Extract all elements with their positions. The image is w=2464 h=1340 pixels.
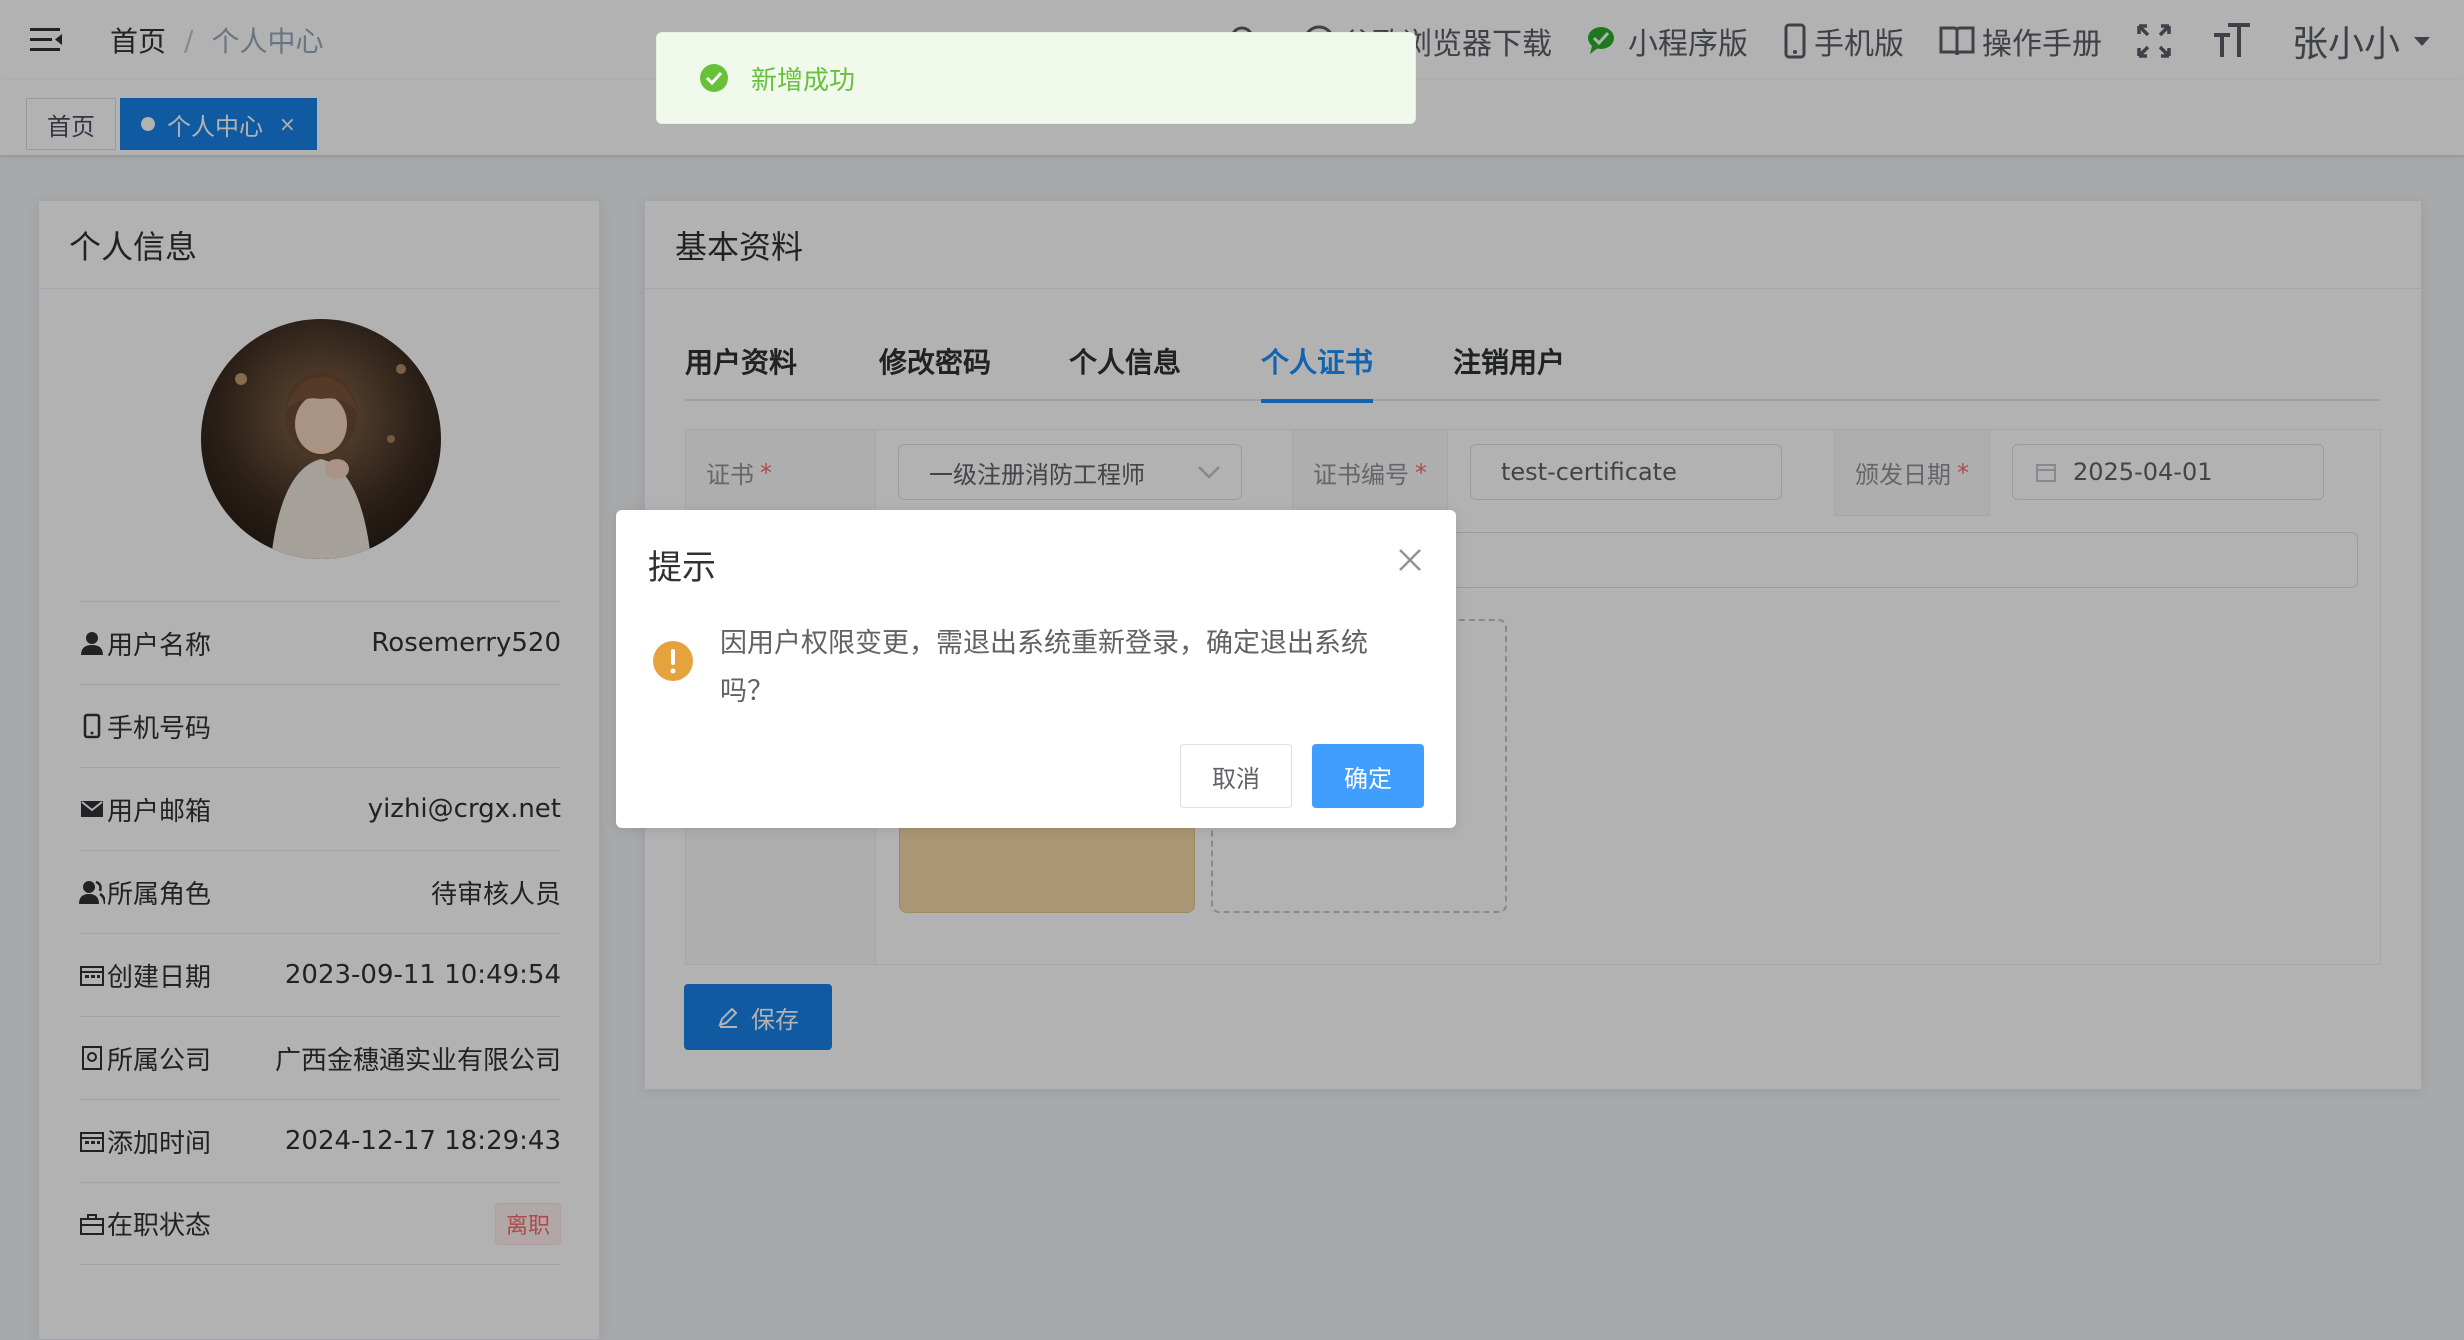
warning-icon <box>653 641 693 681</box>
success-check-icon <box>700 64 728 92</box>
success-toast: 新增成功 <box>656 32 1416 124</box>
toast-message: 新增成功 <box>751 65 856 96</box>
confirm-dialog: 提示 因用户权限变更，需退出系统重新登录，确定退出系统吗？ 取消 确定 <box>616 510 1456 828</box>
close-icon[interactable] <box>1396 546 1424 574</box>
confirm-button[interactable]: 确定 <box>1312 744 1424 808</box>
dialog-message: 因用户权限变更，需退出系统重新登录，确定退出系统吗？ <box>720 628 1368 707</box>
dialog-title: 提示 <box>648 548 716 588</box>
cancel-button[interactable]: 取消 <box>1180 744 1292 808</box>
